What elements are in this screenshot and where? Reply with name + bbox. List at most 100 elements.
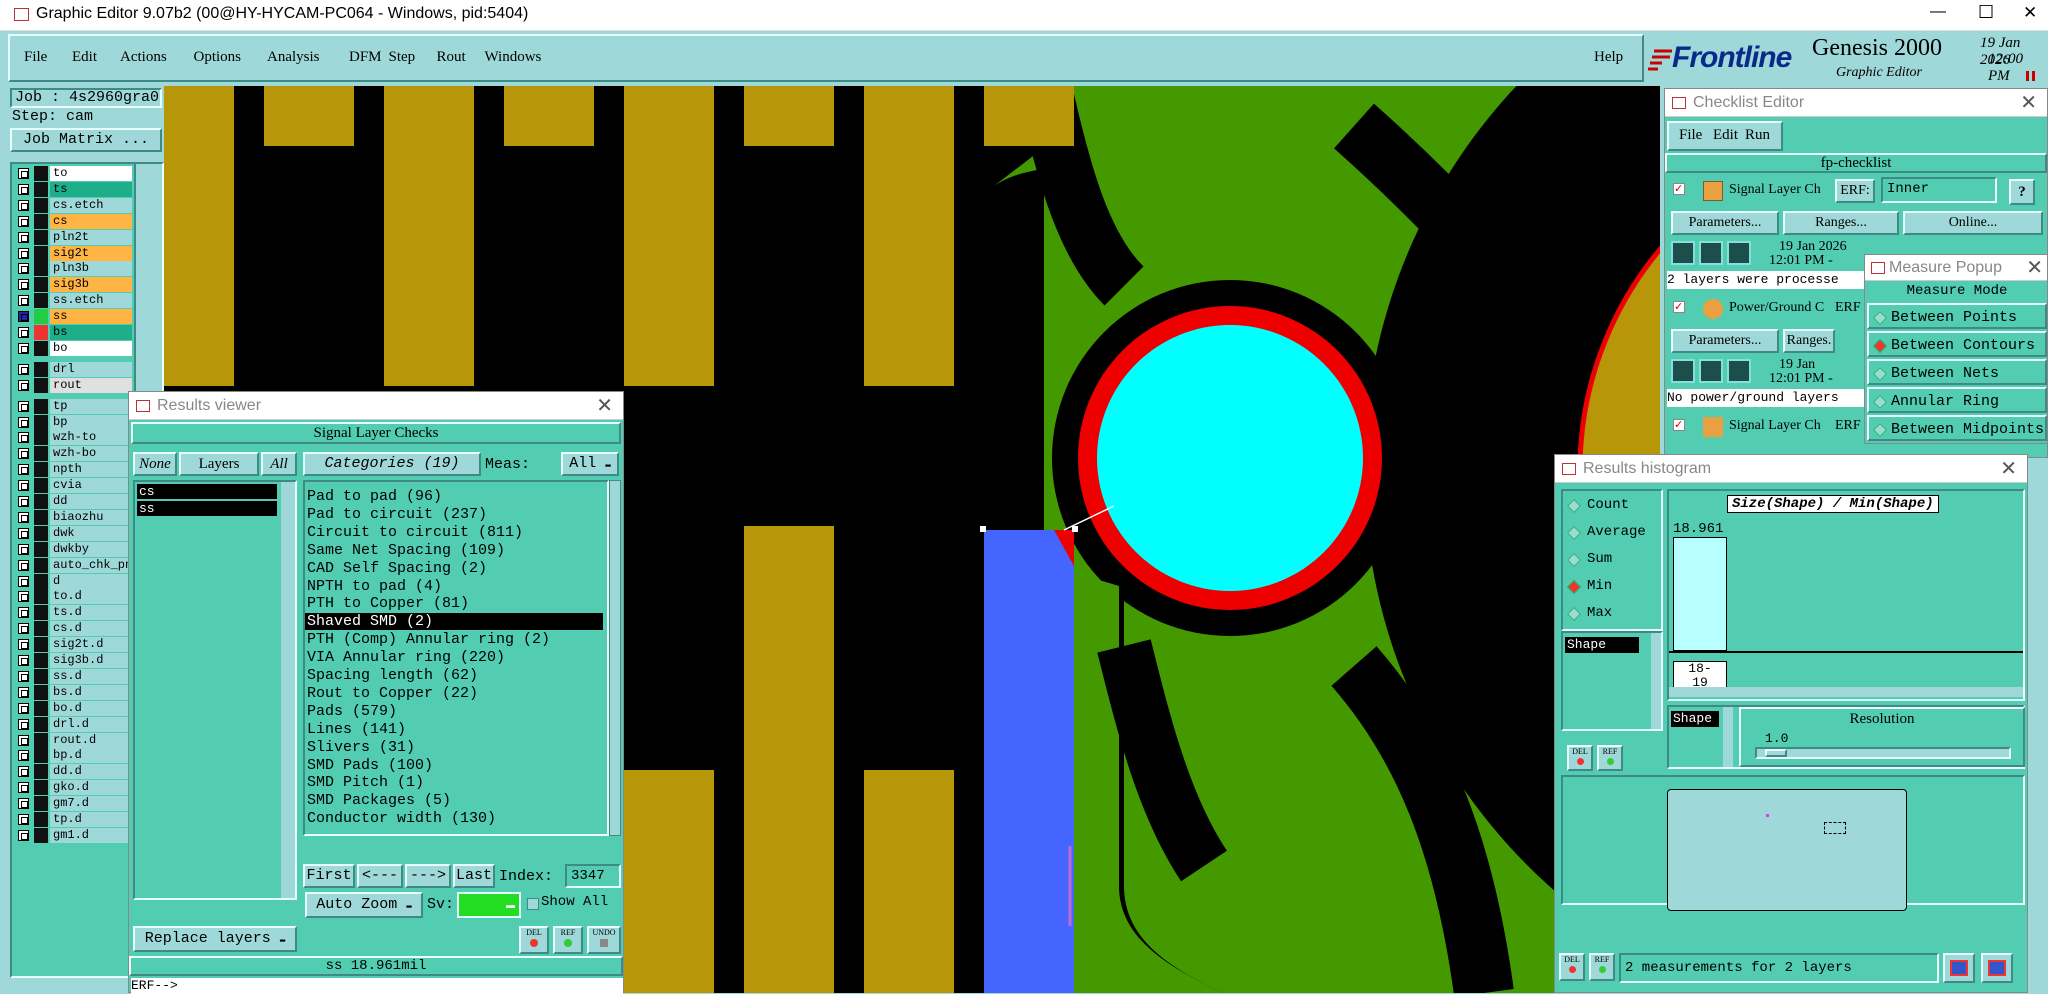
layer-checkbox[interactable] [18,718,29,730]
menu-item-actions[interactable]: Actions [120,49,167,66]
layer-row-bo-d[interactable]: bo.d [14,700,132,716]
job-matrix-button[interactable]: Job Matrix ... [10,128,162,152]
show-all-checkbox[interactable] [527,898,539,910]
first-button[interactable]: First [303,864,355,888]
categories-scrollbar[interactable] [609,480,621,836]
help-button[interactable]: ? [2009,179,2035,205]
checklist-menu-edit[interactable]: Edit [1713,127,1738,144]
layer-row-pln2t[interactable]: pln2t [14,229,132,245]
layer-row-bo[interactable]: bo [14,340,132,356]
run2-selected-icon[interactable] [1727,359,1751,383]
resolution-slider-handle[interactable] [1765,749,1787,757]
hist-del-button[interactable]: DEL [1567,745,1593,771]
layer-checkbox[interactable] [18,168,29,179]
layer-checkbox[interactable] [18,263,29,275]
layer-checkbox[interactable] [18,670,29,682]
prev-button[interactable]: <--- [357,864,403,888]
layer-row-dd-d[interactable]: dd.d [14,764,132,780]
layer-row-wzh-bo[interactable]: wzh-bo [14,446,132,462]
layer-checkbox[interactable] [18,342,29,354]
layer-row-ss-d[interactable]: ss.d [14,668,132,684]
layer-row-sig3b[interactable]: sig3b [14,277,132,293]
category-item[interactable]: SMD Packages (5) [305,792,603,809]
layer-row-dd[interactable]: dd [14,494,132,509]
layer-checkbox[interactable] [18,215,29,227]
layer-checkbox[interactable] [18,183,29,195]
layers-button[interactable]: Layers [179,452,259,476]
histogram-export-icon[interactable] [1943,953,1975,983]
stat-option-max[interactable]: Max [1565,603,1661,625]
layer-checkbox[interactable] [18,798,29,810]
layer-row-sig2t-d[interactable]: sig2t.d [14,637,132,653]
layer-row-bp-d[interactable]: bp.d [14,748,132,764]
layer-checkbox[interactable] [18,543,29,555]
layer-checkbox[interactable] [18,432,29,444]
layer-checkbox[interactable] [18,814,29,825]
layer-checkbox[interactable] [18,231,29,243]
layer-row-drl[interactable]: drl [14,361,132,377]
hist2-ref-button[interactable]: REF [1589,953,1615,981]
layer-row-rout-d[interactable]: rout.d [14,732,132,748]
ranges-button[interactable]: Ranges... [1783,211,1899,235]
auto-zoom-dropdown[interactable]: Auto Zoom ▬ [305,892,423,918]
category-item[interactable]: Pad to circuit (237) [305,506,603,523]
layer-row-to-d[interactable]: to.d [14,589,132,605]
all-button[interactable]: All [261,452,297,476]
category-item[interactable]: Lines (141) [305,721,603,738]
meas-dropdown[interactable]: All ▬ [561,452,619,476]
categories-button[interactable]: Categories (19) [303,452,481,476]
check-enabled-icon[interactable]: ✓ [1673,183,1685,195]
layer-checkbox[interactable] [18,607,29,619]
layer-checkbox[interactable] [18,527,29,539]
layer-row-drl-d[interactable]: drl.d [14,716,132,732]
layer-row-ss-etch[interactable]: ss.etch [14,293,132,309]
category-item[interactable]: VIA Annular ring (220) [305,649,603,666]
layer-row-cvia[interactable]: cvia [14,478,132,494]
layer-checkbox[interactable] [18,559,29,571]
layer-checkbox[interactable] [18,480,29,492]
stat-option-count[interactable]: Count [1565,495,1661,517]
layer-row-tp[interactable]: tp [14,398,132,414]
layer-checkbox[interactable] [18,279,29,291]
menu-help[interactable]: Help [1594,49,1623,66]
measure-mode-between-midpoints[interactable]: Between Midpoints [1867,415,2047,441]
minimize-button[interactable]: — [1930,3,1946,21]
measure-mode-between-contours[interactable]: Between Contours [1867,331,2047,357]
category-item[interactable]: CAD Self Spacing (2) [305,560,603,577]
category-item[interactable]: Pad to pad (96) [305,488,603,505]
menu-item-rout[interactable]: Rout [437,49,466,66]
run-selected-icon[interactable] [1727,241,1751,265]
layer-checkbox[interactable] [18,766,29,778]
layer-checkbox[interactable] [18,496,29,507]
result-layer-ss[interactable]: ss [137,501,277,516]
layer-row-sig2t[interactable]: sig2t [14,245,132,261]
layer-checkbox[interactable] [18,575,29,587]
layer-checkbox[interactable] [18,623,29,635]
layer-checkbox[interactable] [18,829,29,841]
layer-row-tp-d[interactable]: tp.d [14,812,132,827]
menu-item-edit[interactable]: Edit [72,49,97,66]
online-button[interactable]: Online... [1903,211,2043,235]
layer-row-ts[interactable]: ts [14,181,132,197]
layer-checkbox[interactable] [18,448,29,460]
layer-row-rout[interactable]: rout [14,377,132,393]
check2-enabled-icon[interactable]: ✓ [1673,301,1685,313]
layer-checkbox[interactable] [18,750,29,762]
category-item[interactable]: Shaved SMD (2) [305,613,603,631]
layer-checkbox[interactable] [18,464,29,476]
layer-checkbox[interactable] [18,655,29,666]
layer-checkbox[interactable] [18,686,29,698]
resolution-slider[interactable] [1755,747,2011,759]
menu-item-options[interactable]: Options [194,49,242,66]
layer-checkbox[interactable] [18,247,29,259]
hist2-del-button[interactable]: DEL [1559,953,1585,981]
measure-mode-between-nets[interactable]: Between Nets [1867,359,2047,385]
stat-option-sum[interactable]: Sum [1565,549,1661,571]
layer-checkbox[interactable] [18,311,29,323]
erf3-button[interactable]: ERF [1835,418,1861,434]
measure-mode-between-points[interactable]: Between Points [1867,303,2047,329]
category-item[interactable]: Rout to Copper (22) [305,685,603,702]
category-item[interactable]: Conductor width (130) [305,810,603,827]
layer-row-ts-d[interactable]: ts.d [14,605,132,621]
category-item[interactable]: SMD Pitch (1) [305,774,603,791]
